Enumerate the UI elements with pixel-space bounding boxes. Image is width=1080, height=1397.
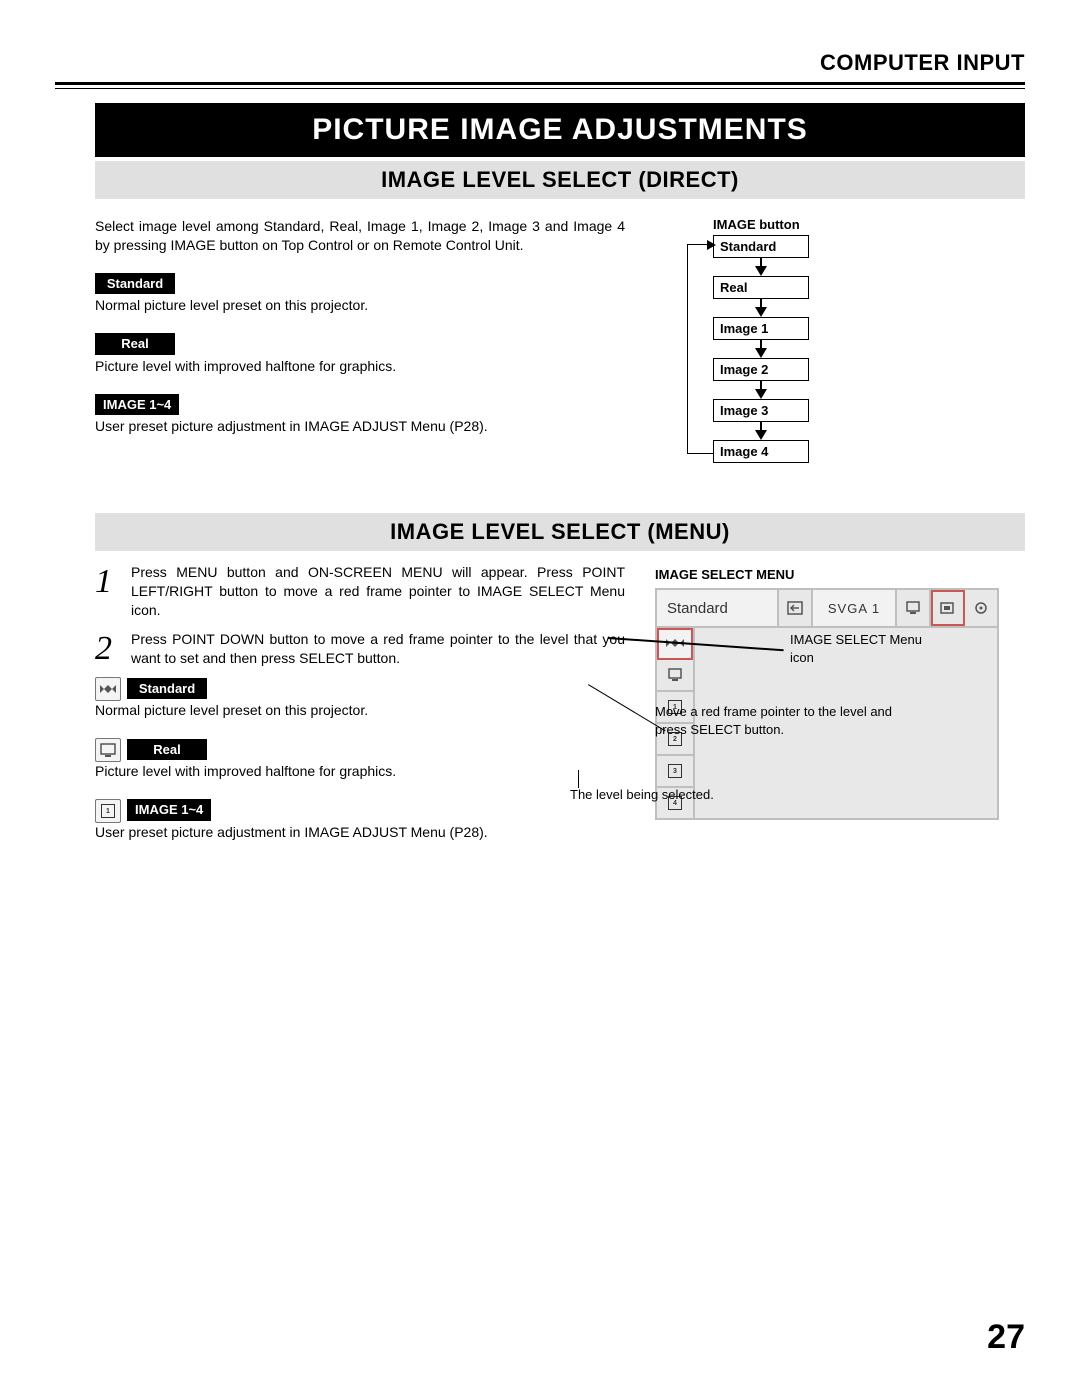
diagram-title: IMAGE button: [713, 217, 1025, 232]
desc-real: Picture level with improved halftone for…: [95, 357, 625, 376]
desc-standard: Normal picture level preset on this proj…: [95, 296, 625, 315]
osd-input-icon: [779, 590, 813, 626]
flow-image3: Image 3: [713, 399, 809, 422]
osd-next-icon: [965, 590, 997, 626]
section2-heading: IMAGE LEVEL SELECT (MENU): [95, 513, 1025, 551]
note-selected-level: The level being selected.: [570, 786, 830, 804]
desc2-real: Picture level with improved halftone for…: [95, 762, 625, 781]
tag2-real: Real: [127, 739, 207, 761]
tag-real: Real: [95, 333, 175, 355]
desc-image14: User preset picture adjustment in IMAGE …: [95, 417, 625, 436]
osd-item-real: [657, 660, 693, 692]
osd-imageselect-icon: [931, 590, 965, 626]
section1-intro: Select image level among Standard, Real,…: [95, 217, 625, 255]
tag2-image14: IMAGE 1~4: [127, 799, 211, 821]
osd-item-3: 3: [657, 756, 693, 788]
note-red-frame: Move a red frame pointer to the level an…: [655, 703, 915, 738]
rule-thick: [55, 82, 1025, 85]
tag-image14: IMAGE 1~4: [95, 394, 179, 416]
menu-title: IMAGE SELECT MENU: [655, 567, 1025, 582]
desc2-image14: User preset picture adjustment in IMAGE …: [95, 823, 625, 842]
step-number-2: 2: [95, 630, 131, 668]
step-1-text: Press MENU button and ON-SCREEN MENU wil…: [131, 563, 625, 620]
step-2-text: Press POINT DOWN button to move a red fr…: [131, 630, 625, 668]
page-number: 27: [987, 1318, 1025, 1357]
section-header: COMPUTER INPUT: [55, 50, 1025, 82]
page-title: PICTURE IMAGE ADJUSTMENTS: [95, 103, 1025, 157]
flow-image2: Image 2: [713, 358, 809, 381]
image14-icon: 1: [95, 799, 121, 823]
osd-current-label: Standard: [657, 590, 779, 626]
section1-heading: IMAGE LEVEL SELECT (DIRECT): [95, 161, 1025, 199]
flow-real: Real: [713, 276, 809, 299]
step-number-1: 1: [95, 563, 131, 620]
real-icon: [95, 738, 121, 762]
flow-standard: Standard: [713, 235, 809, 258]
standard-icon: [95, 677, 121, 701]
tag-standard: Standard: [95, 273, 175, 295]
note-menu-icon: IMAGE SELECT Menu icon: [790, 631, 940, 666]
tag2-standard: Standard: [127, 678, 207, 700]
rule-thin: [55, 88, 1025, 89]
flow-diagram: Standard Real Image 1 Image 2 Image 3 Im…: [713, 235, 1025, 463]
flow-image4: Image 4: [713, 440, 809, 463]
desc2-standard: Normal picture level preset on this proj…: [95, 701, 625, 720]
flow-image1: Image 1: [713, 317, 809, 340]
osd-signal: SVGA 1: [813, 590, 897, 626]
osd-pc-icon: [897, 590, 931, 626]
